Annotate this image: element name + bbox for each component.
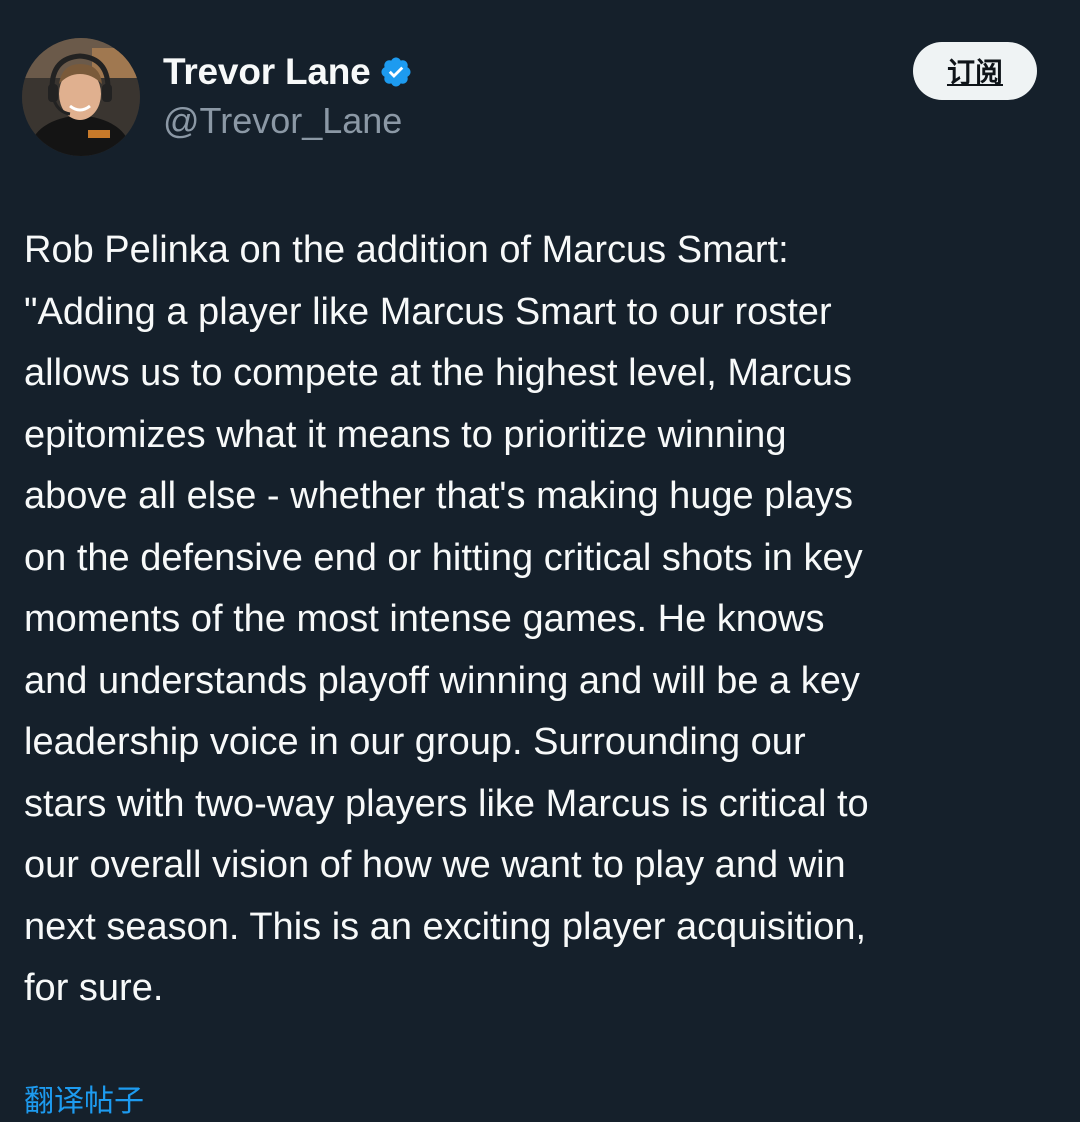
tweet-card: Trevor Lane @Trevor_Lane 订阅 Rob Pelinka … xyxy=(0,0,1080,1118)
profile-photo-icon xyxy=(22,38,140,156)
tweet-text: Rob Pelinka on the addition of Marcus Sm… xyxy=(24,229,869,1009)
avatar[interactable] xyxy=(22,38,140,156)
subscribe-button[interactable]: 订阅 xyxy=(913,42,1037,100)
verified-badge-icon xyxy=(379,55,413,89)
author-handle[interactable]: @Trevor_Lane xyxy=(163,100,402,142)
author-display-name[interactable]: Trevor Lane xyxy=(163,51,371,93)
translate-post-link[interactable]: 翻译帖子 xyxy=(24,1082,144,1122)
author-name-row: Trevor Lane xyxy=(163,48,413,96)
